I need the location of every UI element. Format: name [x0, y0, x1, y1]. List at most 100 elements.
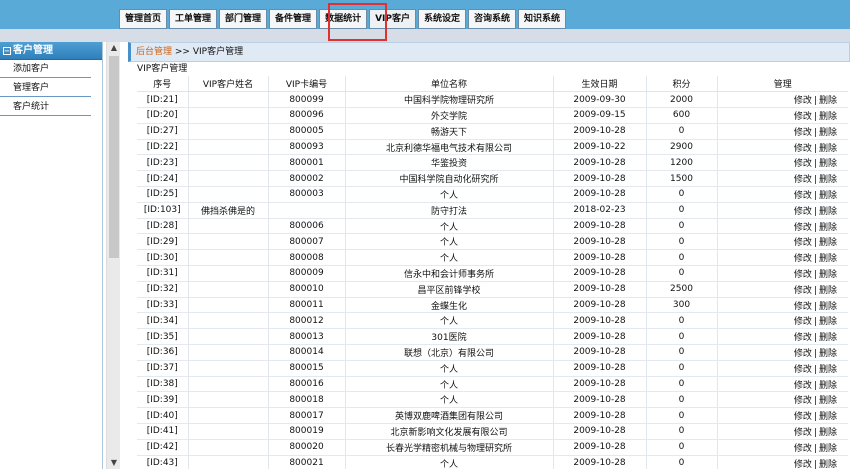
- edit-link[interactable]: 修改: [794, 286, 812, 296]
- delete-link[interactable]: 删除: [819, 460, 837, 469]
- delete-link[interactable]: 删除: [819, 254, 837, 264]
- action-separator: |: [813, 364, 817, 375]
- edit-link[interactable]: 修改: [794, 381, 812, 391]
- delete-link[interactable]: 删除: [819, 286, 837, 296]
- delete-link[interactable]: 删除: [819, 428, 837, 438]
- vip-customer-table: 序号 VIP客户姓名 VIP卡编号 单位名称 生效日期 积分 管理 [ID:21…: [137, 76, 848, 469]
- tab-3[interactable]: 备件管理: [269, 9, 318, 29]
- cell-id: [ID:103]: [137, 202, 188, 219]
- breadcrumb-home[interactable]: 后台管理: [136, 47, 172, 57]
- edit-link[interactable]: 修改: [794, 302, 812, 312]
- edit-link[interactable]: 修改: [794, 317, 812, 327]
- scroll-up-icon[interactable]: ▲: [107, 42, 121, 54]
- edit-link[interactable]: 修改: [794, 175, 812, 185]
- delete-link[interactable]: 删除: [819, 396, 837, 406]
- delete-link[interactable]: 删除: [819, 365, 837, 375]
- table-row: [ID:30] 800008 个人 2009-10-28 0 修改 | 删除: [137, 249, 848, 267]
- cell-points: 0: [645, 407, 717, 425]
- edit-link[interactable]: 修改: [794, 223, 812, 233]
- edit-link[interactable]: 修改: [794, 112, 812, 122]
- cell-date: 2009-09-30: [552, 91, 646, 109]
- scroll-thumb[interactable]: [109, 56, 119, 258]
- tab-4[interactable]: 数据统计: [319, 9, 368, 29]
- cell-date: 2009-10-28: [552, 281, 646, 298]
- delete-link[interactable]: 删除: [819, 349, 837, 359]
- edit-link[interactable]: 修改: [794, 159, 812, 169]
- edit-link[interactable]: 修改: [794, 238, 812, 248]
- action-separator: |: [813, 443, 817, 454]
- action-separator: |: [813, 348, 817, 359]
- delete-link[interactable]: 删除: [819, 270, 837, 280]
- edit-link[interactable]: 修改: [794, 412, 812, 422]
- delete-link[interactable]: 删除: [819, 302, 837, 312]
- tab-7[interactable]: 咨询系统: [468, 9, 517, 29]
- edit-link[interactable]: 修改: [794, 333, 812, 343]
- tab-6[interactable]: 系统设定: [418, 9, 467, 29]
- edit-link[interactable]: 修改: [794, 444, 812, 454]
- cell-points: 0: [645, 218, 717, 235]
- scroll-down-icon[interactable]: ▼: [107, 457, 121, 469]
- delete-link[interactable]: 删除: [819, 333, 837, 343]
- edit-link[interactable]: 修改: [794, 96, 812, 106]
- collapse-icon[interactable]: −: [3, 47, 11, 55]
- edit-link[interactable]: 修改: [794, 460, 812, 469]
- cell-unit: 昌平区前锋学校: [344, 281, 553, 298]
- table-row: [ID:41] 800019 北京新影响文化发展有限公司 2009-10-28 0 修改 |…: [137, 423, 848, 440]
- edit-link[interactable]: 修改: [794, 365, 812, 375]
- edit-link[interactable]: 修改: [794, 270, 812, 280]
- edit-link[interactable]: 修改: [794, 428, 812, 438]
- tab-0[interactable]: 管理首页: [119, 9, 168, 29]
- delete-link[interactable]: 删除: [819, 112, 837, 122]
- sidebar-item-add-customer[interactable]: 添加客户: [0, 60, 91, 78]
- delete-link[interactable]: 删除: [819, 96, 837, 106]
- edit-link[interactable]: 修改: [794, 144, 812, 154]
- tab-5[interactable]: VIP客户: [369, 9, 416, 29]
- table-row: [ID:24] 800002 中国科学院自动化研究所 2009-10-28 1500 修改…: [137, 170, 848, 188]
- sidebar-header[interactable]: − 客户管理: [0, 42, 102, 60]
- edit-link[interactable]: 修改: [794, 207, 812, 217]
- table-row: [ID:20] 800096 外交学院 2009-09-15 600 修改 | 删除: [137, 107, 848, 124]
- delete-link[interactable]: 删除: [819, 238, 837, 248]
- tab-1[interactable]: 工单管理: [169, 9, 218, 29]
- delete-link[interactable]: 删除: [819, 191, 837, 201]
- edit-link[interactable]: 修改: [794, 128, 812, 138]
- cell-name: [187, 218, 268, 235]
- cell-id: [ID:31]: [137, 265, 188, 282]
- cell-date: 2009-10-28: [552, 218, 646, 235]
- cell-name: [187, 328, 268, 346]
- delete-link[interactable]: 删除: [819, 223, 837, 233]
- tab-2[interactable]: 部门管理: [219, 9, 268, 29]
- delete-link[interactable]: 删除: [819, 381, 837, 391]
- action-separator: |: [813, 206, 817, 217]
- action-separator: |: [813, 143, 817, 154]
- delete-link[interactable]: 删除: [819, 144, 837, 154]
- cell-unit: 个人: [344, 186, 553, 203]
- delete-link[interactable]: 删除: [819, 159, 837, 169]
- cell-points: 0: [645, 455, 717, 469]
- cell-card: 800013: [267, 328, 345, 346]
- cell-points: 0: [645, 391, 717, 409]
- delete-link[interactable]: 删除: [819, 317, 837, 327]
- sidebar-item-manage-customer[interactable]: 管理客户: [0, 79, 91, 97]
- delete-link[interactable]: 删除: [819, 444, 837, 454]
- edit-link[interactable]: 修改: [794, 349, 812, 359]
- cell-actions: 修改 | 删除: [716, 407, 848, 425]
- delete-link[interactable]: 删除: [819, 207, 837, 217]
- cell-card: 800011: [267, 297, 345, 314]
- sidebar-item-customer-stats[interactable]: 客户统计: [0, 98, 91, 116]
- delete-link[interactable]: 删除: [819, 175, 837, 185]
- edit-link[interactable]: 修改: [794, 396, 812, 406]
- cell-date: 2009-10-28: [552, 123, 646, 140]
- cell-actions: 修改 | 删除: [716, 423, 848, 440]
- cell-card: 800009: [267, 265, 345, 282]
- edit-link[interactable]: 修改: [794, 191, 812, 201]
- delete-link[interactable]: 删除: [819, 128, 837, 138]
- edit-link[interactable]: 修改: [794, 254, 812, 264]
- action-separator: |: [813, 412, 817, 423]
- action-separator: |: [813, 380, 817, 391]
- delete-link[interactable]: 删除: [819, 412, 837, 422]
- cell-points: 0: [645, 312, 717, 330]
- frame-scrollbar[interactable]: ▲ ▼: [106, 42, 120, 469]
- tab-8[interactable]: 知识系统: [518, 9, 567, 29]
- header-strip: [0, 29, 850, 42]
